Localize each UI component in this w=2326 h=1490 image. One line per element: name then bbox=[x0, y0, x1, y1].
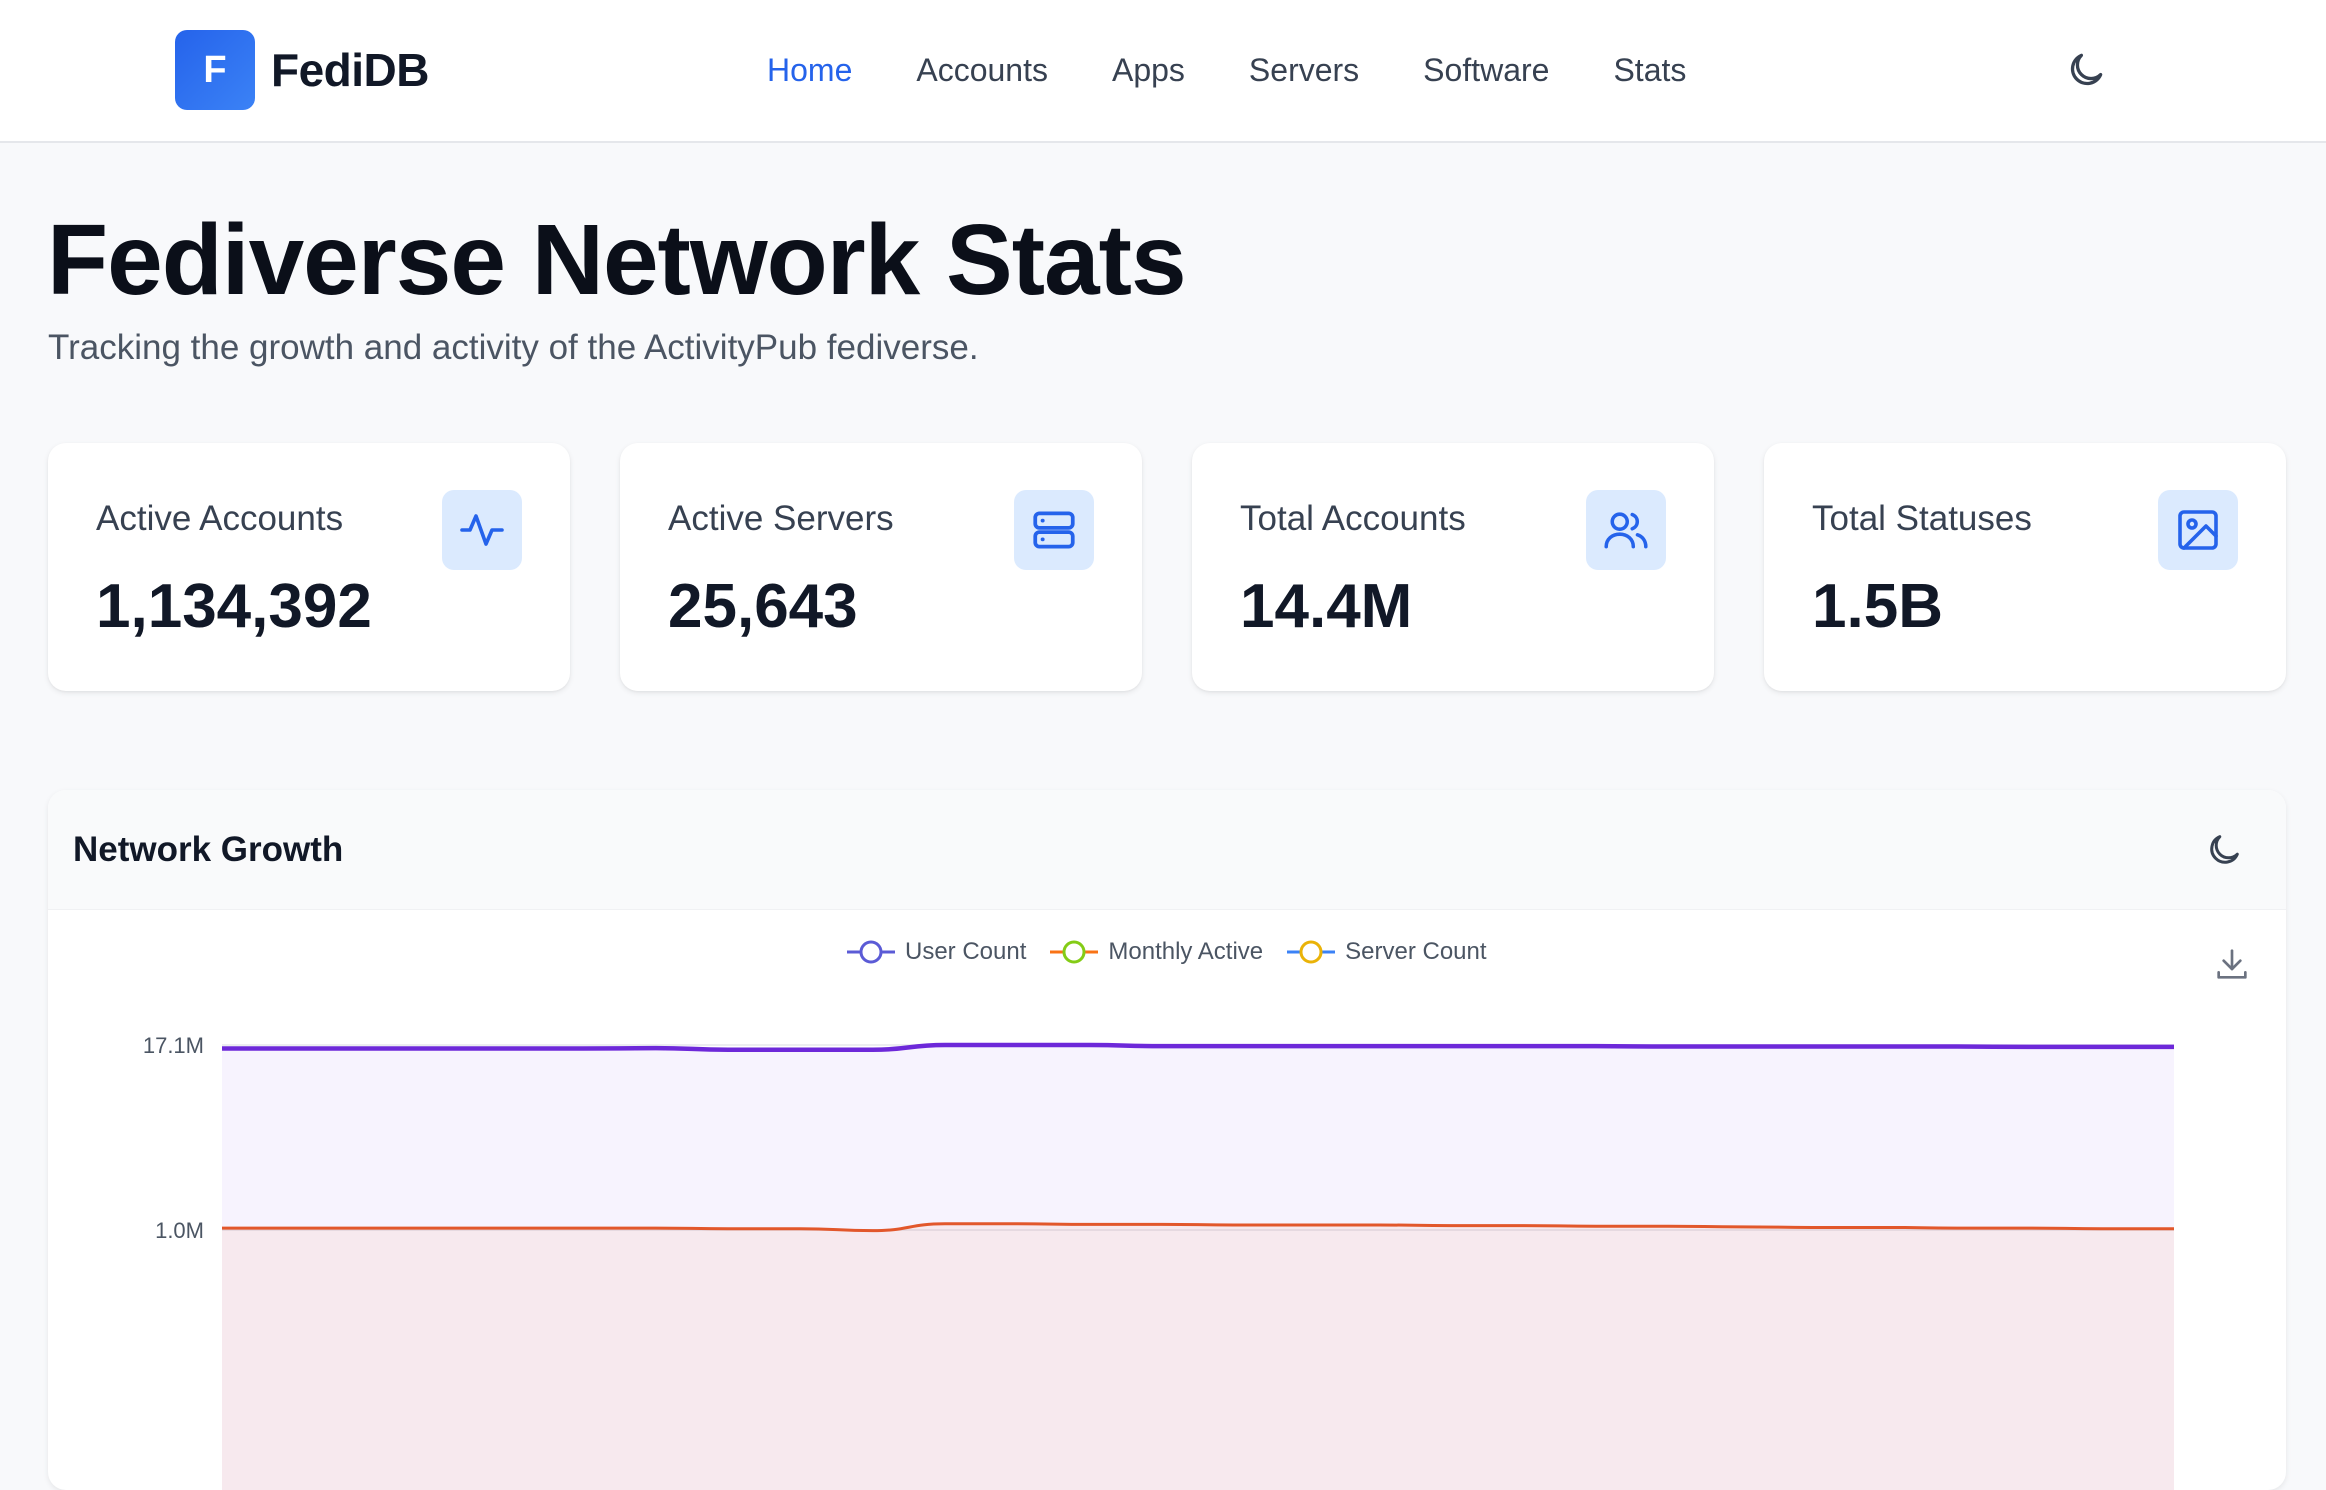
legend-marker bbox=[1287, 940, 1336, 964]
activity-icon bbox=[442, 490, 522, 570]
nav-item-software[interactable]: Software bbox=[1423, 46, 1549, 94]
download-button[interactable] bbox=[2212, 944, 2252, 984]
stat-value: 25,643 bbox=[668, 572, 858, 641]
y-tick-label: 17.1M bbox=[143, 1033, 204, 1058]
legend-marker bbox=[1050, 940, 1099, 964]
nav-item-servers[interactable]: Servers bbox=[1249, 46, 1359, 94]
stat-label: Total Accounts bbox=[1240, 499, 1466, 538]
nav-item-stats[interactable]: Stats bbox=[1613, 46, 1686, 94]
legend-label: Server Count bbox=[1345, 938, 1487, 965]
chart-theme-button[interactable] bbox=[2202, 828, 2246, 872]
stat-card-active-servers: Active Servers 25,643 bbox=[620, 443, 1142, 691]
moon-icon bbox=[2210, 835, 2239, 864]
main-nav: Home Accounts Apps Servers Software Stat… bbox=[767, 46, 1750, 94]
server-icon bbox=[1014, 490, 1094, 570]
theme-toggle-button[interactable] bbox=[2062, 46, 2110, 94]
nav-item-apps[interactable]: Apps bbox=[1112, 46, 1185, 94]
legend-label: Monthly Active bbox=[1108, 938, 1264, 965]
legend-item-monthly-active[interactable]: Monthly Active bbox=[1048, 938, 1263, 966]
page-title: Fediverse Network Stats bbox=[47, 204, 1187, 316]
top-navbar: F FediDB Home Accounts Apps Servers Soft… bbox=[0, 0, 2326, 143]
stat-card-total-statuses: Total Statuses 1.5B bbox=[1764, 443, 2286, 691]
legend-item-server-count[interactable]: Server Count bbox=[1285, 938, 1487, 966]
moon-icon bbox=[2070, 53, 2103, 86]
legend-label: User Count bbox=[905, 938, 1027, 965]
logo[interactable]: F FediDB bbox=[175, 30, 430, 110]
download-icon bbox=[2217, 949, 2247, 979]
stat-card-total-accounts: Total Accounts 14.4M bbox=[1192, 443, 1714, 691]
stat-label: Active Servers bbox=[668, 499, 894, 538]
chart-areas bbox=[222, 1045, 2174, 1490]
panel-header: Network Growth bbox=[48, 790, 2286, 910]
stat-card-active-accounts: Active Accounts 1,134,392 bbox=[48, 443, 570, 691]
legend-marker bbox=[847, 940, 895, 964]
stat-value: 1.5B bbox=[1812, 572, 1943, 641]
nav-item-home[interactable]: Home bbox=[767, 46, 852, 94]
logo-text: FediDB bbox=[271, 44, 430, 96]
stat-value: 1,134,392 bbox=[96, 572, 372, 641]
legend-item-user-count[interactable]: User Count bbox=[845, 938, 1026, 966]
stat-label: Active Accounts bbox=[96, 499, 344, 538]
stat-label: Total Statuses bbox=[1812, 499, 2032, 538]
image-icon bbox=[2158, 490, 2238, 570]
stat-value: 14.4M bbox=[1240, 572, 1413, 641]
chart-y-ticks: 17.1M 1.0M bbox=[143, 1033, 204, 1243]
page-subtitle: Tracking the growth and activity of the … bbox=[48, 328, 979, 367]
y-tick-label: 1.0M bbox=[155, 1218, 204, 1243]
nav-item-accounts[interactable]: Accounts bbox=[916, 46, 1048, 94]
panel-title: Network Growth bbox=[73, 830, 344, 869]
network-growth-chart: 17.1M 1.0M bbox=[143, 1033, 2174, 1490]
logo-mark: F bbox=[175, 30, 255, 110]
series-area bbox=[222, 1223, 2174, 1490]
users-icon bbox=[1586, 490, 1666, 570]
network-growth-panel: Network Growth User Count Monthly Active… bbox=[48, 790, 2286, 1490]
chart-legend: User Count Monthly Active Server Count bbox=[845, 938, 1509, 966]
